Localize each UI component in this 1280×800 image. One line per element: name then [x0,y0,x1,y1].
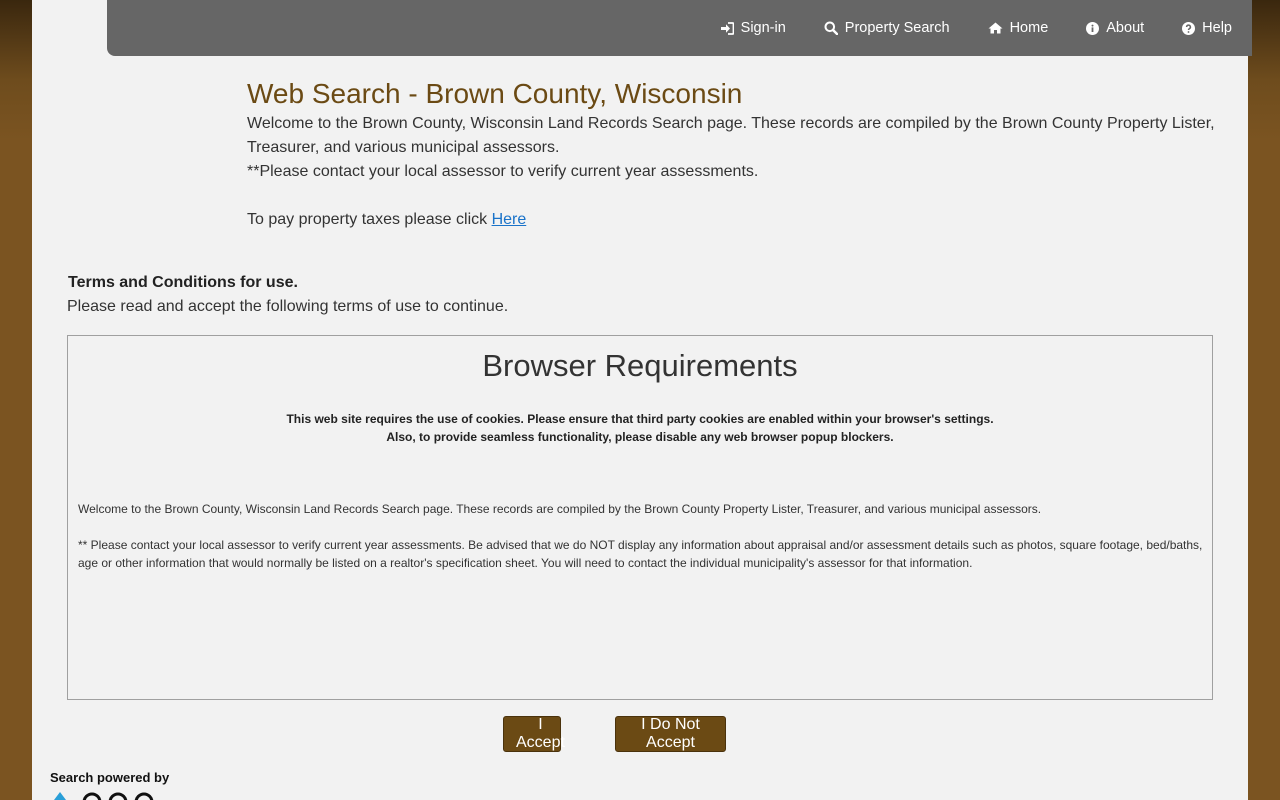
nav-about-label: About [1106,20,1145,36]
pay-taxes-line: To pay property taxes please click Here [247,208,1237,232]
pay-taxes-text: To pay property taxes please click [247,211,492,228]
nav-help-label: Help [1202,20,1232,36]
nav-about[interactable]: About [1086,20,1144,36]
sign-in-icon [720,21,734,35]
browser-requirements-note: This web site requires the use of cookie… [68,410,1212,446]
terms-assessor-text: ** Please contact your local assessor to… [78,538,1203,570]
powered-by-label: Search powered by [50,770,170,785]
nav-sign-in[interactable]: Sign-in [720,20,786,36]
cookie-note: This web site requires the use of cookie… [286,412,994,426]
terms-heading: Terms and Conditions for use. [68,274,298,291]
nav-sign-in-label: Sign-in [740,20,786,36]
assessor-note: **Please contact your local assessor to … [247,163,759,180]
nav-home-label: Home [1009,20,1049,36]
decline-button[interactable]: I Do Not Accept [615,716,726,752]
search-icon [824,21,838,35]
nav-property-search-label: Property Search [844,20,950,36]
terms-welcome-text: Welcome to the Brown County, Wisconsin L… [78,502,1042,516]
vendor-logo-icon [54,792,154,800]
nav-property-search[interactable]: Property Search [824,20,950,36]
nav-home[interactable]: Home [988,20,1049,36]
pay-taxes-link[interactable]: Here [492,211,527,228]
browser-requirements-title: Browser Requirements [482,348,798,383]
nav-help[interactable]: Help [1182,20,1232,36]
right-border [1248,0,1280,800]
help-icon [1182,21,1196,35]
info-icon [1086,21,1100,35]
left-border [0,0,32,800]
page-title: Web Search - Brown County, Wisconsin [247,78,743,109]
intro-section: Welcome to the Brown County, Wisconsin L… [247,112,1237,232]
home-icon [988,22,1003,34]
top-navigation: Sign-in Property Search Home About Help [107,0,1252,56]
intro-text: Welcome to the Brown County, Wisconsin L… [247,115,1215,156]
accept-button[interactable]: I Accept [503,716,565,752]
terms-body: Welcome to the Brown County, Wisconsin L… [78,500,1206,590]
terms-scroll-box[interactable]: Browser Requirements This web site requi… [67,335,1213,700]
popup-note: Also, to provide seamless functionality,… [386,430,894,444]
terms-subheading: Please read and accept the following ter… [67,298,509,315]
